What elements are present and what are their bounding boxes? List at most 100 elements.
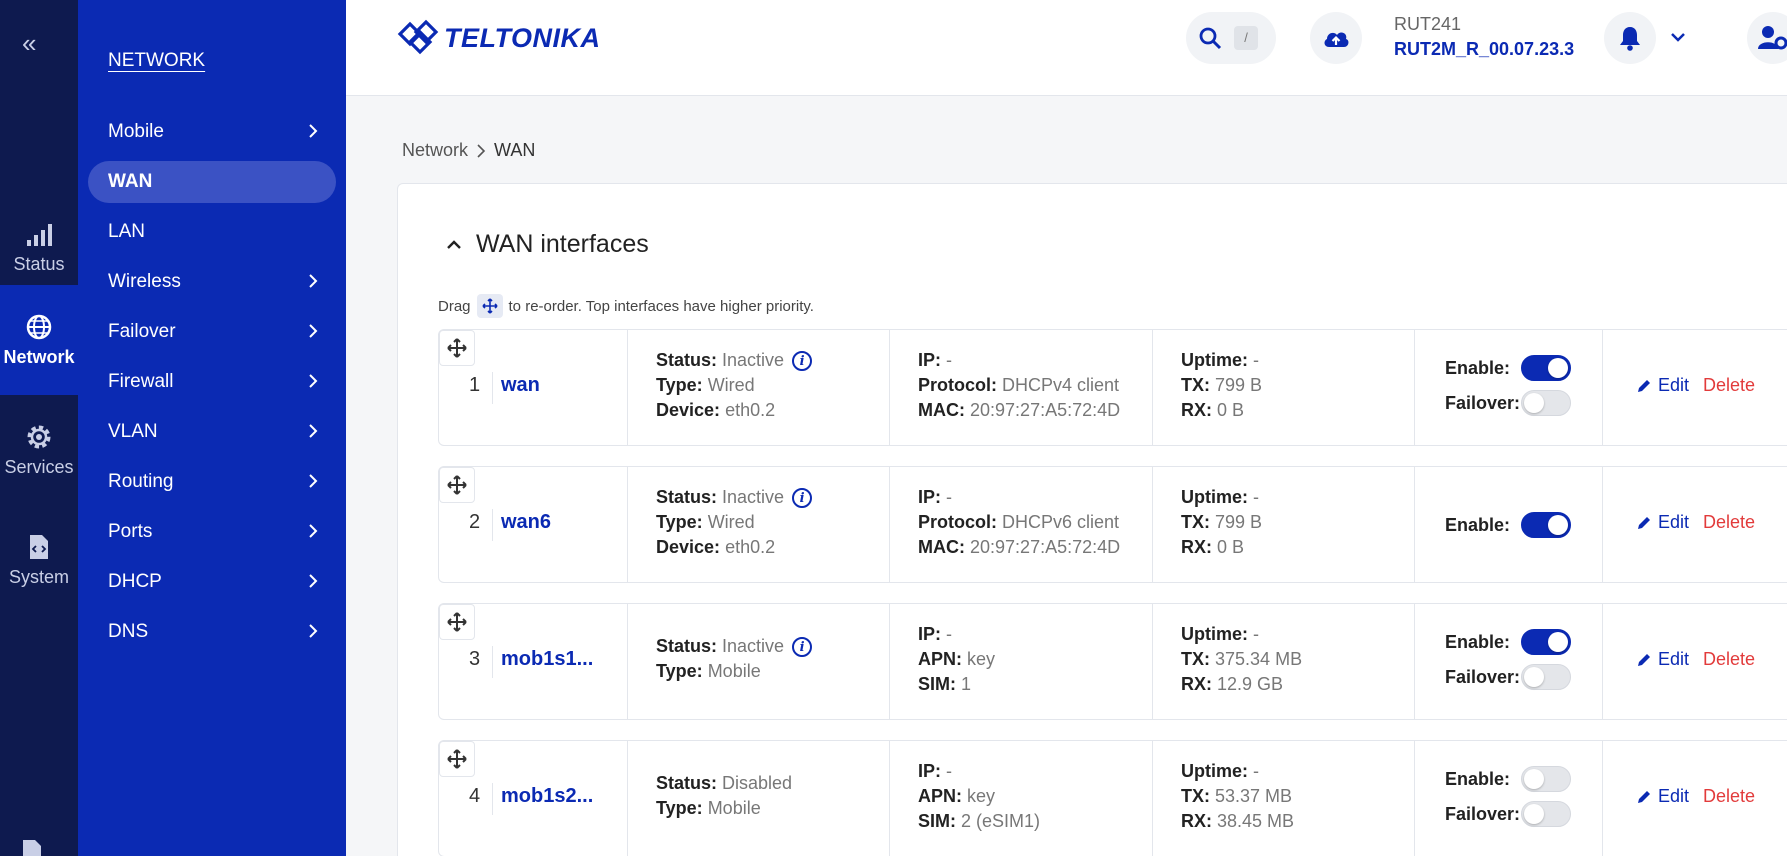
- subnav-item-wan[interactable]: WAN: [88, 161, 336, 203]
- edit-button[interactable]: Edit: [1636, 375, 1689, 396]
- failover-toggle[interactable]: [1521, 664, 1571, 690]
- move-icon: [476, 294, 503, 318]
- rx-label: RX:: [1181, 811, 1212, 831]
- edit-button[interactable]: Edit: [1636, 512, 1689, 533]
- uptime-value: -: [1253, 487, 1260, 507]
- status-column: Status: Inactive i Type: Mobile: [656, 634, 813, 684]
- failover-row: Failover:: [1445, 390, 1571, 416]
- failover-toggle[interactable]: [1521, 390, 1571, 416]
- enable-label: Enable:: [1445, 768, 1511, 789]
- subnav-item-ports[interactable]: Ports: [88, 511, 336, 553]
- status-value: Disabled: [722, 773, 793, 793]
- status-label: Status:: [656, 487, 718, 507]
- chevron-up-icon: [447, 239, 461, 249]
- drag-handle[interactable]: [439, 741, 475, 777]
- enable-label: Enable:: [1445, 631, 1511, 652]
- subnav-item-vlan[interactable]: VLAN: [88, 411, 336, 453]
- subnav-item-label: Wireless: [108, 271, 181, 292]
- move-icon: [447, 749, 467, 769]
- collapse-sidebar-icon[interactable]: «: [22, 30, 36, 56]
- sim-value: 1: [961, 674, 972, 694]
- uptime-label: Uptime:: [1181, 350, 1248, 370]
- rail-label: System: [8, 566, 69, 587]
- interface-name-link[interactable]: wan: [501, 374, 540, 397]
- search-shortcut-key: /: [1234, 26, 1258, 50]
- edit-button[interactable]: Edit: [1636, 649, 1689, 670]
- user-settings-button[interactable]: [1747, 12, 1787, 64]
- divider: [1602, 741, 1603, 856]
- subnav-item-firewall[interactable]: Firewall: [88, 361, 336, 403]
- enable-toggle[interactable]: [1521, 355, 1571, 381]
- subnav-item-wireless[interactable]: Wireless: [88, 261, 336, 303]
- breadcrumb: Network WAN: [402, 140, 535, 161]
- info-icon[interactable]: i: [792, 488, 813, 509]
- delete-button[interactable]: Delete: [1703, 786, 1755, 807]
- status-value: Inactive: [722, 636, 785, 656]
- rail-item-network[interactable]: Network: [0, 285, 78, 395]
- drag-handle[interactable]: [439, 604, 475, 640]
- address-column: IP: - APN: key SIM: 2 (eSIM1): [918, 759, 1040, 834]
- info-icon[interactable]: i: [792, 637, 813, 658]
- drag-handle[interactable]: [439, 467, 475, 503]
- subnav-item-routing[interactable]: Routing: [88, 461, 336, 503]
- enable-toggle[interactable]: [1521, 629, 1571, 655]
- address-column: IP: - Protocol: DHCPv4 client MAC: 20:97…: [918, 348, 1120, 423]
- interface-name-link[interactable]: wan6: [501, 511, 551, 534]
- divider: [492, 646, 493, 678]
- notifications-button[interactable]: [1604, 12, 1656, 64]
- tx-label: TX:: [1181, 786, 1210, 806]
- interface-priority: 3: [469, 648, 481, 670]
- delete-button[interactable]: Delete: [1703, 512, 1755, 533]
- drag-handle[interactable]: [439, 330, 475, 366]
- file-code-icon: [30, 534, 48, 559]
- type-value: Mobile: [707, 798, 761, 818]
- enable-toggle[interactable]: [1521, 512, 1571, 538]
- chevron-right-icon: [309, 374, 318, 388]
- interface-name-link[interactable]: mob1s2...: [501, 785, 593, 808]
- delete-button[interactable]: Delete: [1703, 375, 1755, 396]
- address-column: IP: - APN: key SIM: 1: [918, 622, 995, 697]
- divider: [889, 330, 890, 445]
- chevron-right-icon: [309, 524, 318, 538]
- chevron-down-icon[interactable]: [1670, 30, 1686, 48]
- search-button[interactable]: /: [1186, 12, 1276, 64]
- divider: [1152, 741, 1153, 856]
- pencil-icon: [1638, 653, 1650, 666]
- hint-text-after: to re-order. Top interfaces have higher …: [508, 297, 814, 315]
- info-icon[interactable]: i: [792, 351, 813, 372]
- failover-toggle[interactable]: [1521, 801, 1571, 827]
- subnav-item-label: Routing: [108, 471, 174, 492]
- subnav-section-title[interactable]: NETWORK: [108, 50, 205, 72]
- divider: [1414, 741, 1415, 856]
- status-label: Status:: [656, 350, 718, 370]
- card-header[interactable]: WAN interfaces: [446, 230, 649, 259]
- subnav-item-dhcp[interactable]: DHCP: [88, 561, 336, 603]
- delete-button[interactable]: Delete: [1703, 649, 1755, 670]
- move-icon: [447, 475, 467, 495]
- rail-item-system[interactable]: System: [0, 505, 78, 615]
- pencil-icon: [1638, 379, 1650, 392]
- subnav-item-failover[interactable]: Failover: [88, 311, 336, 353]
- address-column: IP: - Protocol: DHCPv6 client MAC: 20:97…: [918, 485, 1120, 560]
- divider: [492, 783, 493, 815]
- subnav-item-dns[interactable]: DNS: [88, 611, 336, 653]
- subnav-item-mobile[interactable]: Mobile: [88, 111, 336, 153]
- rail-item-services[interactable]: Services: [0, 395, 78, 505]
- breadcrumb-network[interactable]: Network: [402, 140, 468, 161]
- enable-toggle[interactable]: [1521, 766, 1571, 792]
- globe-icon: [26, 314, 52, 339]
- search-icon: [1199, 27, 1222, 50]
- interface-name-link[interactable]: mob1s1...: [501, 648, 593, 671]
- upload-button[interactable]: [1310, 12, 1362, 64]
- teltonika-logo[interactable]: TELTONIKA: [396, 18, 601, 58]
- edit-label: Edit: [1658, 512, 1690, 532]
- ip-value: -: [946, 350, 953, 370]
- chevron-right-icon: [309, 274, 318, 288]
- chevron-right-icon: [309, 624, 318, 638]
- file-icon[interactable]: [20, 838, 44, 856]
- move-icon: [447, 338, 467, 358]
- tx-label: TX:: [1181, 375, 1210, 395]
- subnav-item-lan[interactable]: LAN: [88, 211, 336, 253]
- edit-button[interactable]: Edit: [1636, 786, 1689, 807]
- ip-label: IP:: [918, 624, 942, 644]
